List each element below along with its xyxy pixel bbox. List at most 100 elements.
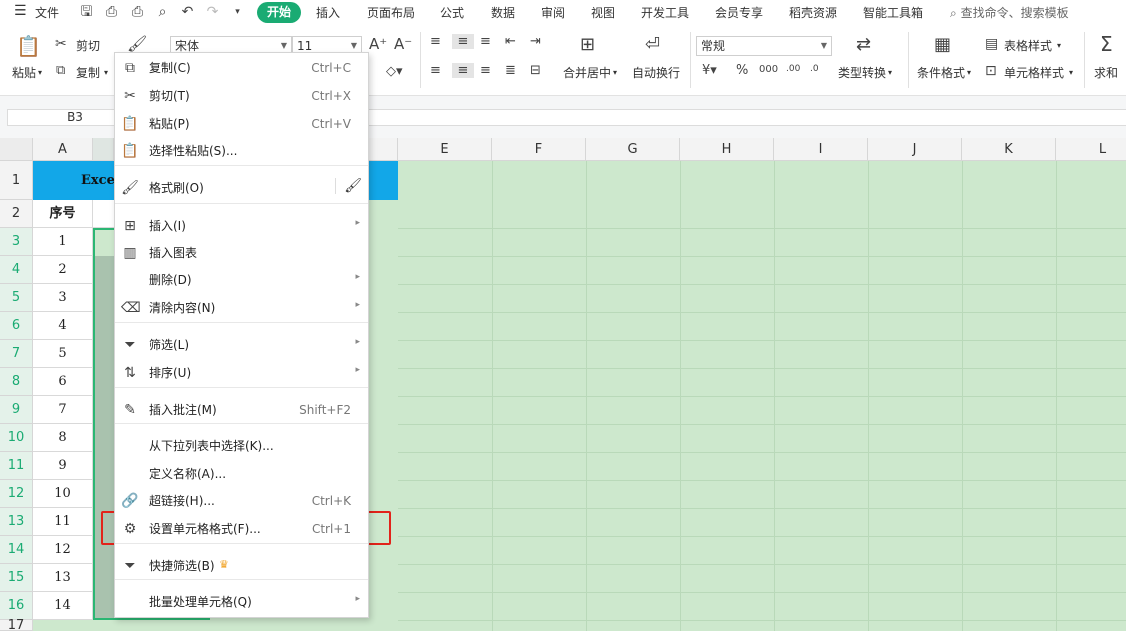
file-menu[interactable]: 文件 [35, 5, 59, 21]
cell-style-icon[interactable]: ⊡ [985, 63, 997, 79]
type-convert-dropdown-icon[interactable]: ▾ [888, 65, 892, 81]
context-menu-item-10[interactable]: ⇅ 排序(U) ▸ [115, 360, 368, 387]
align-right-icon[interactable]: ≡ [480, 63, 491, 78]
copy-dropdown-icon[interactable]: ▾ [104, 65, 108, 81]
row-header-12[interactable]: 12 [0, 480, 33, 508]
tab-home[interactable]: 开始 [257, 2, 301, 23]
type-convert-button[interactable]: 类型转换 [838, 65, 886, 81]
column-header-j[interactable]: J [868, 138, 962, 161]
context-menu-item-5[interactable]: ⊞ 插入(I) ▸ [115, 213, 368, 240]
hamburger-icon[interactable]: ☰ [14, 3, 27, 19]
tab-member[interactable]: 会员专享 [715, 5, 763, 21]
paste-dropdown-icon[interactable]: ▾ [38, 65, 42, 81]
select-all-corner[interactable] [0, 138, 33, 161]
align-center-icon[interactable]: ≡ [452, 63, 474, 78]
context-menu-item-15[interactable]: ⚙ 设置单元格格式(F)... Ctrl+1 [115, 516, 368, 543]
row-header-10[interactable]: 10 [0, 424, 33, 452]
decrease-font-icon[interactable]: A⁻ [394, 35, 412, 53]
row-header-13[interactable]: 13 [0, 508, 33, 536]
column-header-b[interactable] [93, 138, 114, 161]
undo-icon[interactable]: ↶ [178, 3, 197, 22]
column-header-e[interactable]: E [398, 138, 492, 161]
cell-a6[interactable]: 4 [33, 312, 93, 340]
cell-style-button[interactable]: 单元格样式 [1004, 65, 1064, 81]
context-menu-item-6[interactable]: ▥ 插入图表 [115, 240, 368, 267]
cell-style-dropdown-icon[interactable]: ▾ [1069, 65, 1073, 81]
type-convert-icon[interactable]: ⇄ [856, 34, 871, 55]
column-header-i[interactable]: I [774, 138, 868, 161]
cell-a14[interactable]: 12 [33, 536, 93, 564]
table-style-button[interactable]: 表格样式 [1004, 38, 1052, 54]
row-header-11[interactable]: 11 [0, 452, 33, 480]
context-menu-item-8[interactable]: ⌫ 清除内容(N) ▸ [115, 295, 368, 322]
tab-smart-toolbox[interactable]: 智能工具箱 [863, 5, 923, 21]
context-menu-item-14[interactable]: 🔗 超链接(H)... Ctrl+K [115, 488, 368, 515]
row-header-7[interactable]: 7 [0, 340, 33, 368]
header-cell-seq[interactable]: 序号 [33, 200, 93, 228]
export-icon[interactable]: ⎙ [102, 3, 121, 22]
header-cell-b[interactable] [93, 200, 114, 228]
increase-font-icon[interactable]: A⁺ [369, 35, 387, 53]
context-menu-item-7[interactable]: 删除(D) ▸ [115, 267, 368, 294]
tab-view[interactable]: 视图 [591, 5, 615, 21]
cell-a8[interactable]: 6 [33, 368, 93, 396]
tab-developer[interactable]: 开发工具 [641, 5, 689, 21]
format-painter-lock-icon[interactable]: 🖌 [335, 178, 362, 194]
print-icon[interactable]: ⎙ [128, 3, 147, 22]
column-header-h[interactable]: H [680, 138, 774, 161]
row-header-15[interactable]: 15 [0, 564, 33, 592]
context-menu-item-4[interactable]: 🖌 格式刷(O) 🖌 [115, 175, 368, 202]
redo-icon[interactable]: ↷ [203, 3, 222, 22]
column-header-f[interactable]: F [492, 138, 586, 161]
paste-button[interactable]: 粘贴 [12, 65, 36, 81]
cell-a13[interactable]: 11 [33, 508, 93, 536]
column-header-d[interactable] [369, 138, 398, 161]
conditional-format-button[interactable]: 条件格式 [917, 65, 965, 81]
row-header-2[interactable]: 2 [0, 200, 33, 228]
row-header-1[interactable]: 1 [0, 161, 33, 200]
number-format-select[interactable]: 常规 ▼ [696, 36, 832, 56]
cell-a11[interactable]: 9 [33, 452, 93, 480]
conditional-format-icon[interactable]: ▦ [934, 34, 951, 55]
outdent-icon[interactable]: ⇤ [505, 34, 516, 49]
customize-quick-access-icon[interactable]: ▾ [228, 3, 247, 22]
merge-center-button[interactable]: 合并居中 [563, 65, 611, 81]
context-menu-item-1[interactable]: ✂ 剪切(T) Ctrl+X [115, 83, 368, 110]
distributed-icon[interactable]: ⊟ [530, 63, 541, 78]
row-header-8[interactable]: 8 [0, 368, 33, 396]
align-top-icon[interactable]: ≡ [430, 34, 441, 49]
decrease-decimal-icon[interactable]: .0 [810, 64, 819, 74]
wrap-text-icon[interactable]: ⏎ [645, 34, 660, 55]
save-icon[interactable]: 🖫 [77, 3, 96, 22]
cell-a3[interactable]: 1 [33, 228, 93, 256]
formula-input[interactable] [368, 109, 1126, 126]
context-menu-item-17[interactable]: 批量处理单元格(Q) ▸ [115, 589, 368, 616]
context-menu-item-12[interactable]: 从下拉列表中选择(K)... [115, 433, 368, 460]
context-menu-item-9[interactable]: ⏷ 筛选(L) ▸ [115, 332, 368, 359]
row-header-4[interactable]: 4 [0, 256, 33, 284]
command-search[interactable]: ⌕ 查找命令、搜索模板 [950, 4, 1100, 21]
paste-icon[interactable]: 📋 [16, 34, 41, 58]
indent-icon[interactable]: ⇥ [530, 34, 541, 49]
sum-icon[interactable]: Σ [1100, 32, 1113, 56]
format-painter-icon[interactable]: 🖌 [127, 34, 147, 53]
column-header-a[interactable]: A [33, 138, 93, 161]
merge-dropdown-icon[interactable]: ▾ [613, 65, 617, 81]
align-bottom-icon[interactable]: ≡ [480, 34, 491, 49]
copy-button[interactable]: 复制 [76, 65, 100, 81]
tab-page-layout[interactable]: 页面布局 [367, 5, 415, 21]
increase-decimal-icon[interactable]: .00 [786, 64, 800, 74]
row-header-5[interactable]: 5 [0, 284, 33, 312]
currency-icon[interactable]: ¥▾ [702, 63, 717, 78]
percent-icon[interactable]: % [736, 63, 748, 78]
table-style-dropdown-icon[interactable]: ▾ [1057, 38, 1061, 54]
wrap-text-button[interactable]: 自动换行 [632, 65, 680, 81]
tab-insert[interactable]: 插入 [316, 5, 340, 21]
cell-a4[interactable]: 2 [33, 256, 93, 284]
align-middle-icon[interactable]: ≡ [452, 34, 474, 49]
merge-center-icon[interactable]: ⊞ [580, 34, 595, 55]
copy-icon[interactable]: ⧉ [56, 63, 65, 78]
cut-button[interactable]: 剪切 [76, 38, 100, 54]
cell-a16[interactable]: 14 [33, 592, 93, 620]
context-menu-item-3[interactable]: 📋 选择性粘贴(S)... [115, 138, 368, 165]
